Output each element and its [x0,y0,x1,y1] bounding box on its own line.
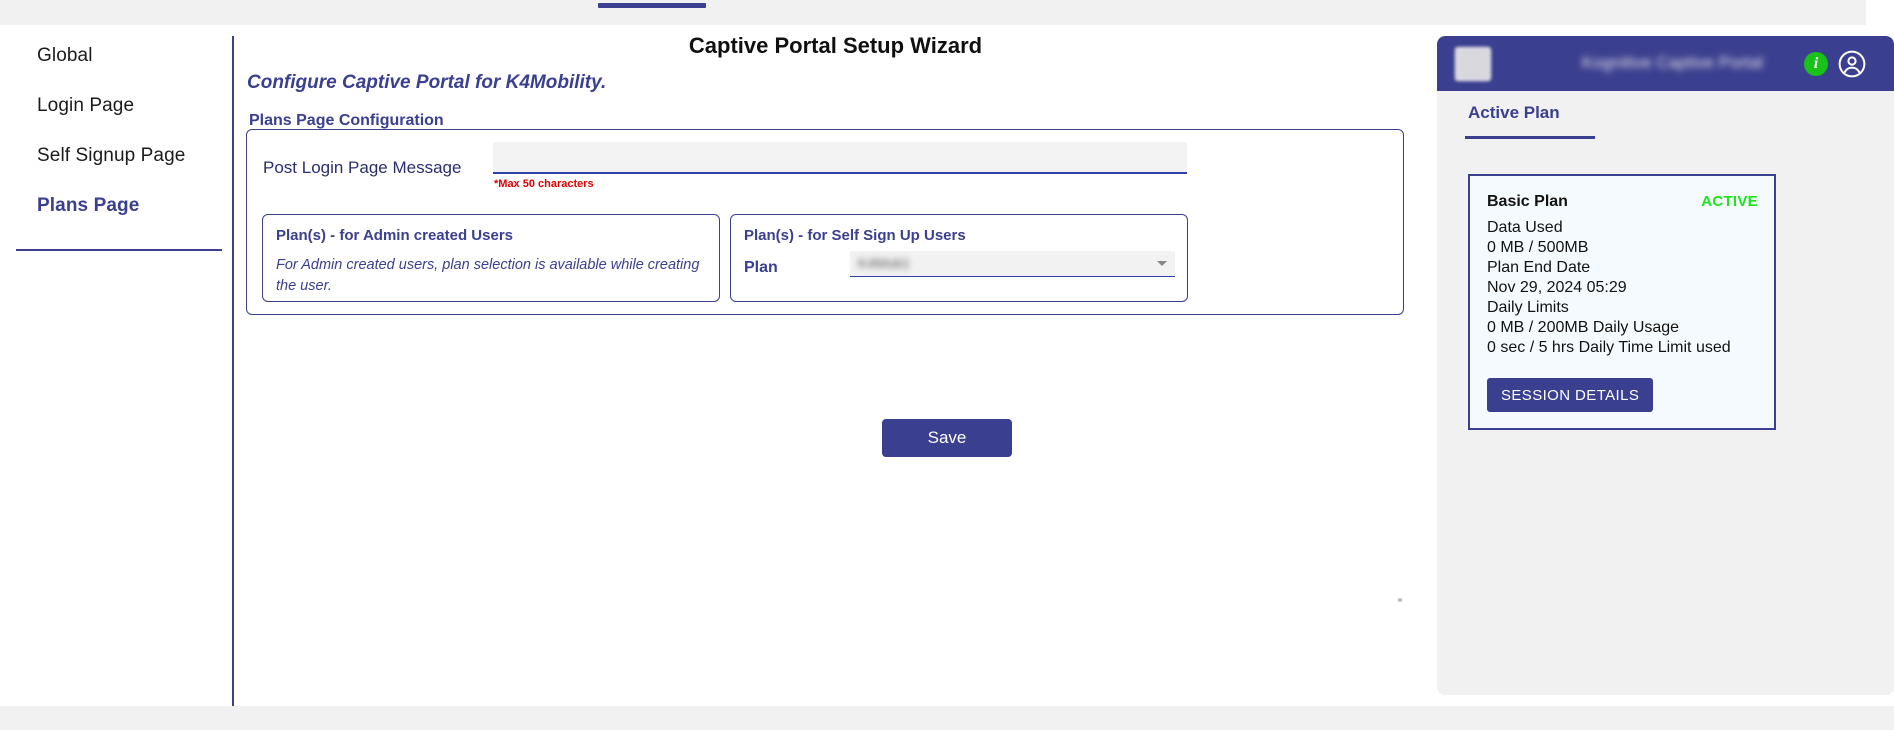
status-badge: ACTIVE [1701,193,1758,210]
preview-header: Kognitive Captive Portal i [1437,36,1894,91]
plan-detail-line: 0 sec / 5 hrs Daily Time Limit used [1487,339,1731,356]
preview-tabbar: Active Plan [1437,91,1894,139]
post-login-message-input[interactable] [493,142,1187,174]
sidebar-item-self-signup-page[interactable]: Self Signup Page [37,145,185,167]
main-content: Captive Portal Setup Wizard Configure Ca… [234,25,1636,706]
browser-top-strip [0,0,1894,25]
sidebar: Global Login Page Self Signup Page Plans… [0,25,233,706]
plan-card-name: Basic Plan [1487,193,1568,210]
admin-plans-panel-description: For Admin created users, plan selection … [276,257,700,294]
active-tab-indicator[interactable] [598,3,706,8]
portal-preview: Kognitive Captive Portal i Active Plan B… [1437,36,1894,695]
save-button[interactable]: Save [882,419,1012,457]
plan-detail-line: Nov 29, 2024 05:29 [1487,279,1627,296]
plan-select-value: K4Mob1 [858,255,911,271]
page-title: Captive Portal Setup Wizard [688,33,983,58]
bottom-strip [0,706,1894,730]
plan-select-dropdown[interactable]: K4Mob1 [850,251,1175,277]
self-signup-plans-panel-title: Plan(s) - for Self Sign Up Users [744,227,966,244]
strip-right-filler [1866,0,1894,25]
tab-active-plan[interactable]: Active Plan [1468,103,1560,123]
brand-logo-icon [1455,47,1491,81]
sidebar-item-login-page[interactable]: Login Page [37,95,134,117]
plan-detail-line: Data Used [1487,219,1563,236]
account-circle-icon[interactable] [1838,50,1866,78]
preview-brand-title: Kognitive Captive Portal [1581,53,1764,72]
app-root: Global Login Page Self Signup Page Plans… [0,0,1894,730]
post-login-message-label: Post Login Page Message [263,158,462,177]
chevron-down-icon [1157,261,1167,266]
active-plan-card: Basic Plan ACTIVE Data Used 0 MB / 500MB… [1468,174,1776,430]
plan-detail-line: 0 MB / 500MB [1487,239,1589,256]
sidebar-item-global[interactable]: Global [37,45,93,67]
plan-select-label: Plan [744,259,778,276]
sidebar-item-plans-page[interactable]: Plans Page [37,195,139,217]
cursor-dot [1398,598,1402,602]
plan-detail-line: 0 MB / 200MB Daily Usage [1487,319,1680,336]
plan-card-details: Data Used 0 MB / 500MB Plan End Date Nov… [1487,218,1767,358]
page-subtitle: Configure Captive Portal for K4Mobility. [247,72,607,93]
sidebar-active-underline [16,249,222,251]
session-details-button[interactable]: SESSION DETAILS [1487,378,1654,412]
plan-detail-line: Plan End Date [1487,259,1591,276]
post-login-message-hint: *Max 50 characters [494,178,594,190]
self-signup-plans-panel: Plan(s) - for Self Sign Up Users Plan K4… [730,214,1188,302]
info-icon[interactable]: i [1804,52,1828,76]
plans-config-card: Post Login Page Message *Max 50 characte… [246,129,1404,315]
tab-active-underline [1465,136,1595,139]
section-label: Plans Page Configuration [249,112,444,129]
plan-detail-line: Daily Limits [1487,299,1569,316]
admin-plans-panel: Plan(s) - for Admin created Users For Ad… [262,214,720,302]
admin-plans-panel-title: Plan(s) - for Admin created Users [276,227,514,244]
page-body: Global Login Page Self Signup Page Plans… [0,25,1894,706]
